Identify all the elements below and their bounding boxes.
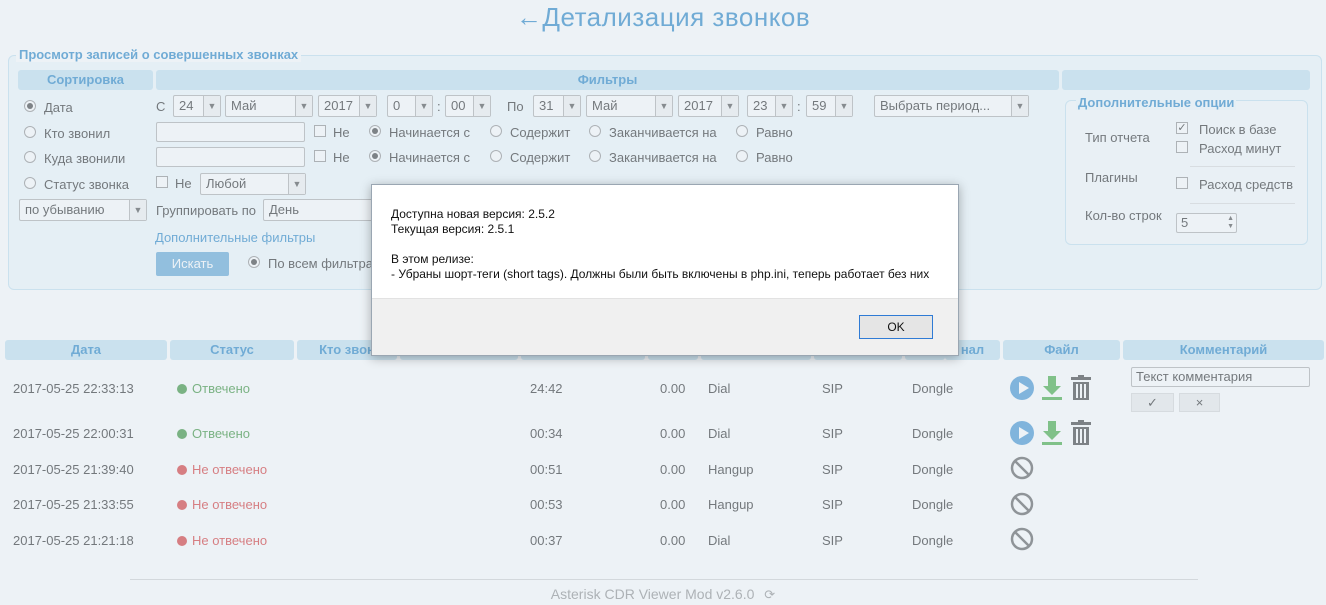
dialog-release-title: В этом релизе: (391, 252, 474, 266)
dialog-body: Доступна новая версия: 2.5.2 Текущая вер… (372, 185, 958, 298)
dialog-current-version: Текущая версия: 2.5.1 (391, 222, 515, 236)
ok-button[interactable]: OK (859, 315, 933, 339)
dialog-footer: OK (372, 298, 958, 355)
dialog-new-version: Доступна новая версия: 2.5.2 (391, 207, 555, 221)
dialog-release-notes: - Убраны шорт-теги (short tags). Должны … (391, 267, 930, 281)
update-dialog: Доступна новая версия: 2.5.2 Текущая вер… (371, 184, 959, 356)
